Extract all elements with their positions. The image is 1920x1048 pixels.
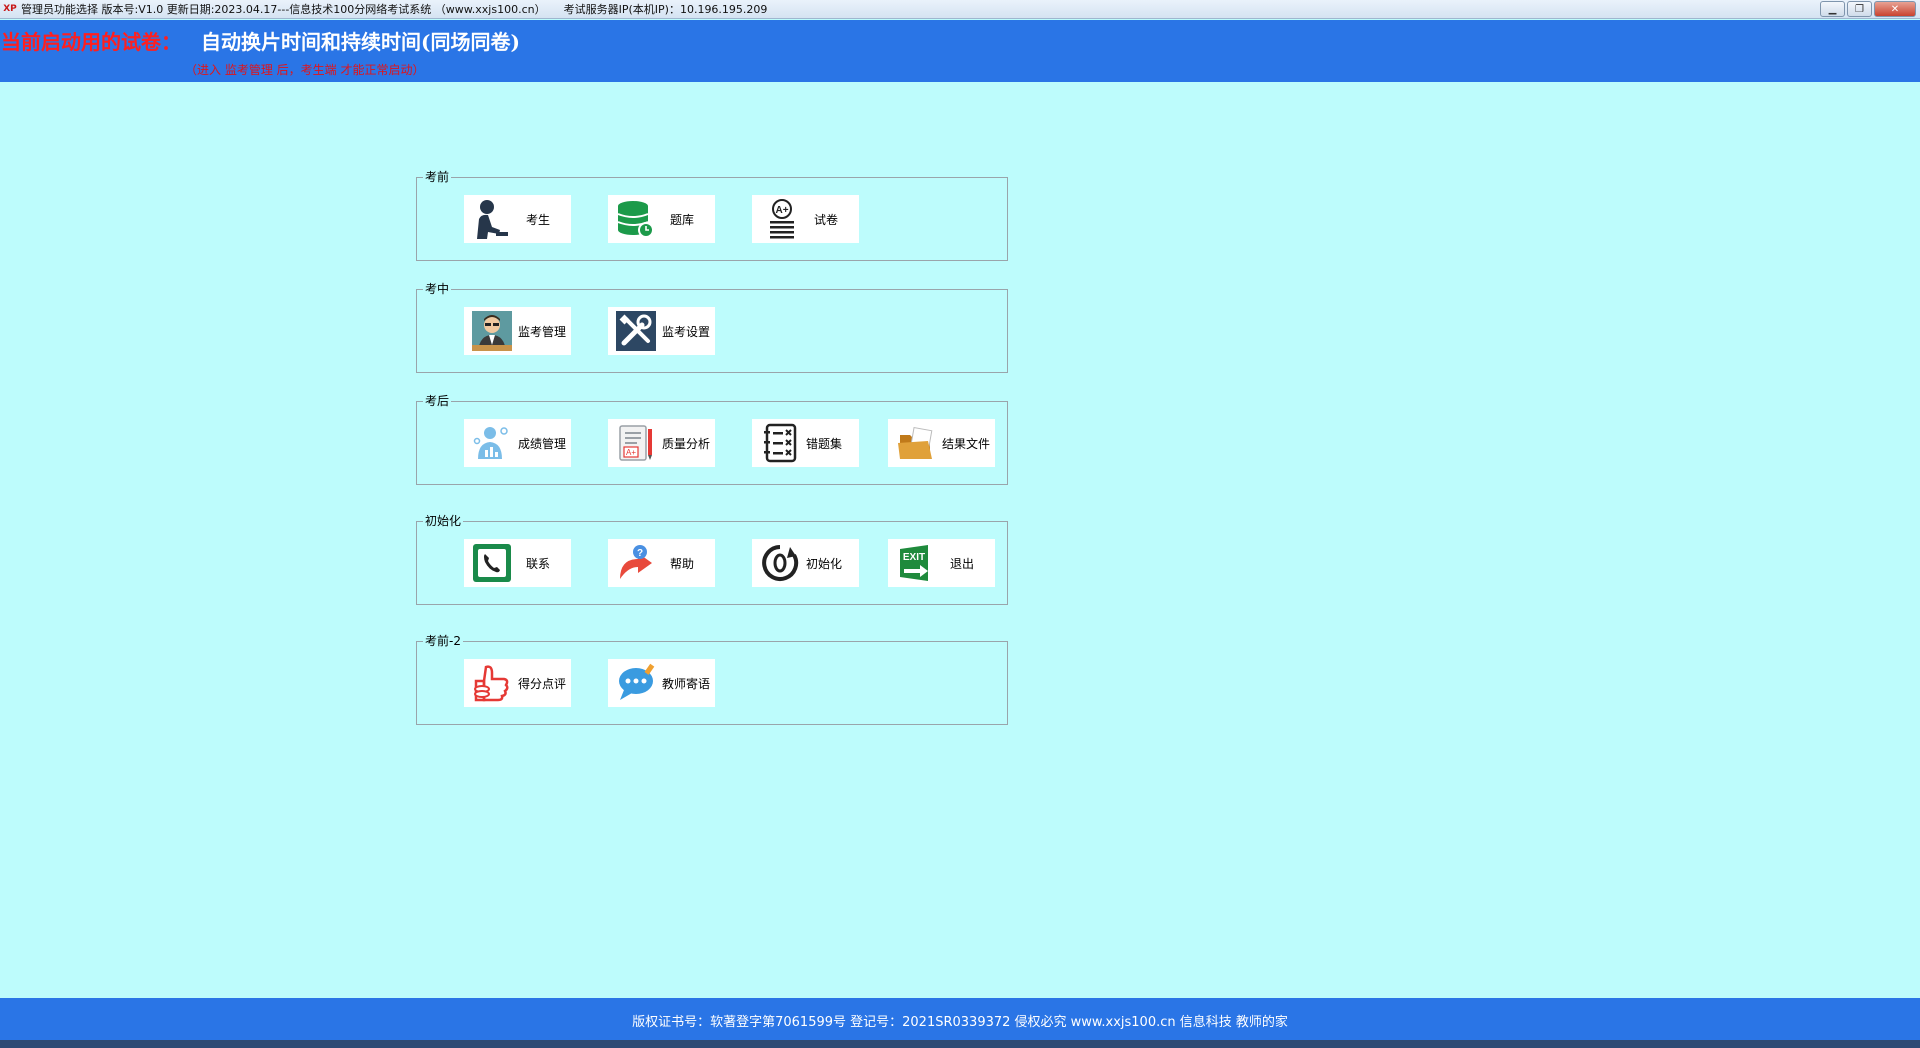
group-initialize: 初始化 联系 ? 帮助 初始化 EXIT 退出 [416,512,1008,605]
tile-label: 监考设置 [662,324,711,339]
current-exam-name: 自动换片时间和持续时间(同场同卷) [201,30,520,54]
svg-text:EXIT: EXIT [903,552,925,563]
server-info: 考试服务器IP(本机IP)：10.196.195.209 [563,3,768,16]
phone-icon [472,543,512,583]
tile-teacher-message[interactable]: 教师寄语 [608,659,715,707]
tile-label: 得分点评 [518,676,567,691]
tile-exam-paper[interactable]: A+ 试卷 [752,195,859,243]
reset-icon [760,543,800,583]
thumbs-up-icon [472,663,512,703]
group-title: 初始化 [423,512,464,530]
group-before-exam: 考前 考生 题库 A+ 试卷 [416,168,1008,261]
checklist-icon [760,423,800,463]
tile-label: 考生 [526,212,551,227]
group-before-exam-2: 考前-2 得分点评 教师寄语 [416,632,1008,725]
tile-score-comments[interactable]: 得分点评 [464,659,571,707]
tile-label: 教师寄语 [662,676,711,691]
tile-label: 成绩管理 [518,436,567,451]
tile-score-management[interactable]: 成绩管理 [464,419,571,467]
maximize-button[interactable]: ❐ [1847,1,1872,17]
copyright-text: 版权证书号：软著登字第7061599号 登记号：2021SR0339372 侵权… [632,1015,1288,1030]
current-exam-label: 当前启动用的试卷： [1,30,181,54]
score-chart-icon [472,423,512,463]
tile-exit[interactable]: EXIT 退出 [888,539,995,587]
group-title: 考中 [423,280,452,298]
tile-label: 退出 [950,556,975,571]
minimize-button[interactable]: ▁ [1820,1,1845,17]
tile-label: 初始化 [806,556,843,571]
tile-proctor-management[interactable]: 监考管理 [464,307,571,355]
app-logo-icon: XP [3,4,17,14]
tools-icon [616,311,656,351]
quality-report-icon: A+ [616,423,656,463]
window-titlebar: XP 管理员功能选择 版本号:V1.0 更新日期:2023.04.17---信息… [0,0,1920,19]
help-icon: ? [616,543,656,583]
tile-label: 帮助 [670,556,695,571]
group-title: 考前 [423,168,452,186]
folder-icon [896,423,936,463]
footer-bar: 版权证书号：软著登字第7061599号 登记号：2021SR0339372 侵权… [0,998,1920,1044]
window-controls: ▁ ❐ ✕ [1820,1,1916,17]
taskbar [0,1040,1920,1048]
tile-label: 题库 [670,212,695,227]
tile-wrong-questions[interactable]: 错题集 [752,419,859,467]
tile-contact[interactable]: 联系 [464,539,571,587]
student-icon [472,199,512,239]
tile-label: 试卷 [814,212,839,227]
group-after-exam: 考后 成绩管理 A+ 质量分析 错题集 结果文件 [416,392,1008,485]
header-banner: 当前启动用的试卷： 自动换片时间和持续时间(同场同卷) （进入 监考管理 后，考… [0,20,1920,82]
tile-initialize[interactable]: 初始化 [752,539,859,587]
tile-label: 错题集 [806,436,843,451]
tile-label: 质量分析 [662,436,711,451]
svg-text:?: ? [637,548,643,559]
database-icon [616,199,656,239]
tile-label: 联系 [526,556,551,571]
svg-text:A+: A+ [626,448,636,457]
startup-notice: （进入 监考管理 后，考生端 才能正常启动） [185,63,425,77]
tile-help[interactable]: ? 帮助 [608,539,715,587]
tile-proctor-settings[interactable]: 监考设置 [608,307,715,355]
group-title: 考前-2 [423,632,463,650]
group-during-exam: 考中 监考管理 监考设置 [416,280,1008,373]
tile-quality-analysis[interactable]: A+ 质量分析 [608,419,715,467]
tile-label: 结果文件 [942,436,991,451]
close-button[interactable]: ✕ [1874,1,1916,17]
exam-paper-icon: A+ [760,199,800,239]
tile-students[interactable]: 考生 [464,195,571,243]
tile-label: 监考管理 [518,324,567,339]
proctor-icon [472,311,512,351]
tile-question-bank[interactable]: 题库 [608,195,715,243]
tile-result-files[interactable]: 结果文件 [888,419,995,467]
exit-icon: EXIT [896,543,936,583]
svg-text:A+: A+ [775,205,788,216]
group-title: 考后 [423,392,452,410]
window-title: 管理员功能选择 版本号:V1.0 更新日期:2023.04.17---信息技术1… [21,3,546,16]
chat-bubble-icon [616,663,656,703]
